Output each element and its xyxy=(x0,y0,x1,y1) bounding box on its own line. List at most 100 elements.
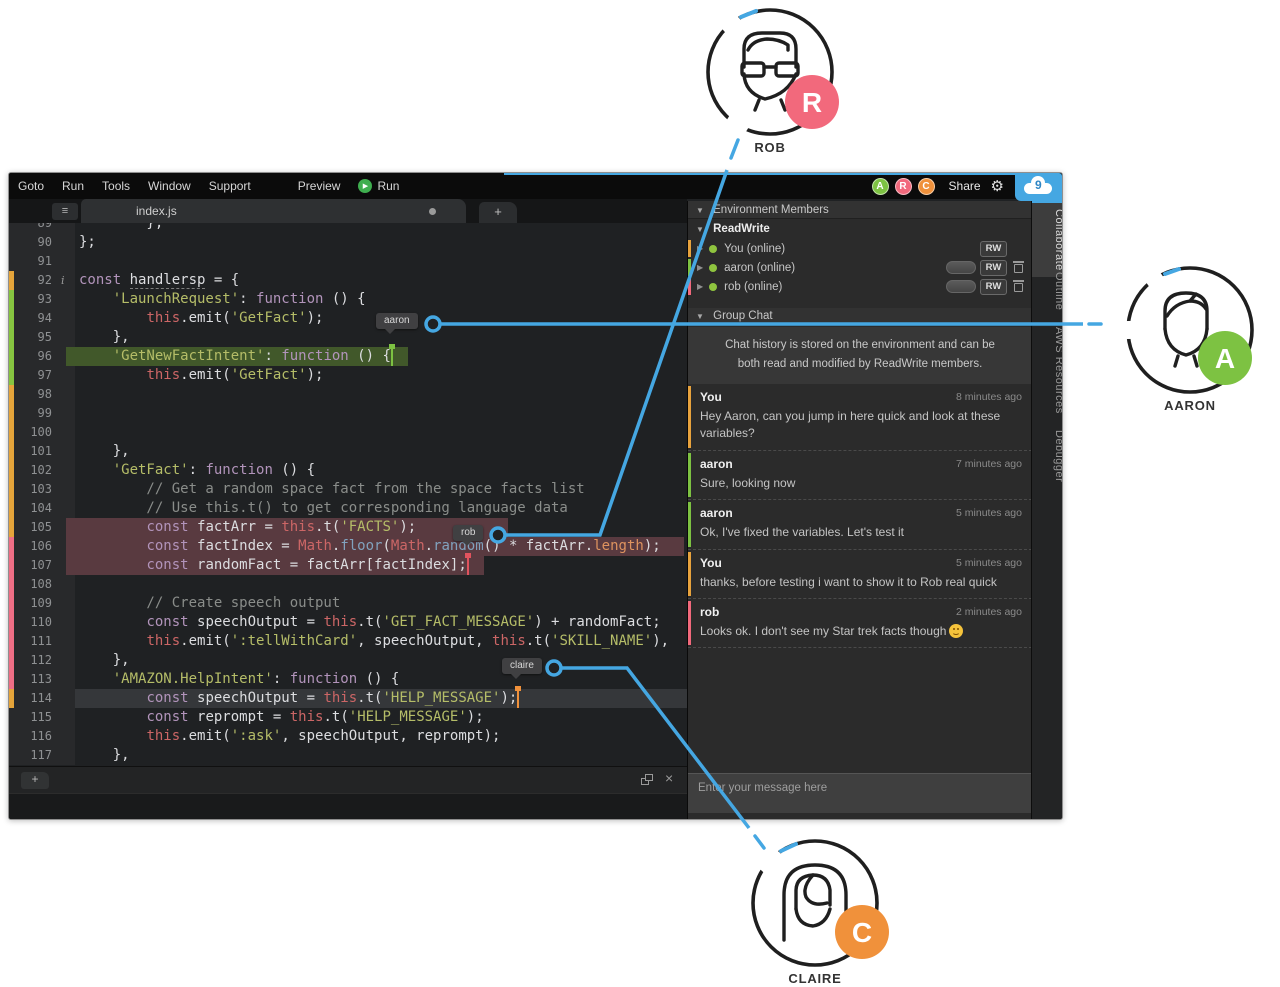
code-content[interactable]: // Create speech output xyxy=(75,594,687,613)
chat-message-input[interactable] xyxy=(688,773,1032,813)
code-line[interactable]: 97 this.emit('GetFact'); xyxy=(9,366,687,385)
code-content[interactable] xyxy=(75,385,687,404)
side-tab-outline[interactable]: Outline xyxy=(1032,266,1063,316)
code-line[interactable]: 104 // Use this.t() to get corresponding… xyxy=(9,499,687,518)
code-content[interactable]: }, xyxy=(75,442,687,461)
menu-run[interactable]: Run xyxy=(53,179,93,193)
code-content[interactable]: 'LaunchRequest': function () { xyxy=(75,290,687,309)
code-line[interactable]: 113 'AMAZON.HelpIntent': function () { xyxy=(9,670,687,689)
code-line[interactable]: 117 }, xyxy=(9,746,687,765)
side-tab-aws-resources[interactable]: AWS Resources xyxy=(1032,321,1063,420)
side-tab-debugger[interactable]: Debugger xyxy=(1032,423,1063,489)
code-line[interactable]: 105 const factArr = this.t('FACTS'); xyxy=(9,518,687,537)
delete-member-icon[interactable] xyxy=(1013,261,1024,274)
code-line[interactable]: 103 // Get a random space fact from the … xyxy=(9,480,687,499)
code-content[interactable]: }, xyxy=(75,746,687,765)
share-button[interactable]: Share xyxy=(949,179,981,193)
code-content[interactable]: // Get a random space fact from the spac… xyxy=(75,480,687,499)
group-chat-header[interactable]: ▼ Group Chat xyxy=(688,308,1032,325)
member-row[interactable]: ▶You (online)RW xyxy=(688,239,1032,258)
code-line[interactable]: 107 const randomFact = factArr[factIndex… xyxy=(9,556,687,575)
code-line[interactable]: 101 }, xyxy=(9,442,687,461)
access-toggle[interactable] xyxy=(946,280,976,293)
code-content[interactable]: const randomFact = factArr[factIndex]; xyxy=(75,556,687,575)
code-content[interactable]: this.emit(':tellWithCard', speechOutput,… xyxy=(75,632,687,651)
code-content[interactable] xyxy=(75,404,687,423)
code-editor[interactable]: 89 },90};9192iconst handlersp = {93 'Lau… xyxy=(9,223,687,766)
code-line[interactable]: 106 const factIndex = Math.floor(Math.ra… xyxy=(9,537,687,556)
expand-triangle-icon[interactable]: ▶ xyxy=(697,263,703,272)
code-content[interactable]: }, xyxy=(75,223,687,233)
code-content[interactable]: const speechOutput = this.t('HELP_MESSAG… xyxy=(75,689,687,708)
code-line[interactable]: 108 xyxy=(9,575,687,594)
code-content[interactable]: // Use this.t() to get corresponding lan… xyxy=(75,499,687,518)
code-line[interactable]: 91 xyxy=(9,252,687,271)
rw-badge[interactable]: RW xyxy=(980,260,1007,276)
code-line[interactable]: 100 xyxy=(9,423,687,442)
preview-button[interactable]: Preview xyxy=(288,179,351,193)
menu-goto[interactable]: Goto xyxy=(9,179,53,193)
code-content[interactable]: const handlersp = { xyxy=(75,271,687,290)
code-content[interactable]: }, xyxy=(75,651,687,670)
tab-index-js[interactable]: index.js xyxy=(81,199,466,223)
code-line[interactable]: 112 }, xyxy=(9,651,687,670)
code-content[interactable]: 'AMAZON.HelpIntent': function () { xyxy=(75,670,687,689)
code-content[interactable]: const reprompt = this.t('HELP_MESSAGE'); xyxy=(75,708,687,727)
code-content[interactable]: 'GetFact': function () { xyxy=(75,461,687,480)
code-content[interactable]: this.emit('GetFact'); xyxy=(75,366,687,385)
code-content[interactable]: 'GetNewFactIntent': function () { xyxy=(75,347,687,366)
code-line[interactable]: 102 'GetFact': function () { xyxy=(9,461,687,480)
member-chip-A[interactable]: A xyxy=(872,178,889,195)
code-line[interactable]: 114 const speechOutput = this.t('HELP_ME… xyxy=(9,689,687,708)
code-line[interactable]: 89 }, xyxy=(9,223,687,233)
member-row[interactable]: ▶rob (online)RW xyxy=(688,277,1032,296)
expand-triangle-icon[interactable]: ▶ xyxy=(697,244,703,253)
menu-support[interactable]: Support xyxy=(200,179,260,193)
line-number: 100 xyxy=(14,423,61,442)
code-line[interactable]: 110 const speechOutput = this.t('GET_FAC… xyxy=(9,613,687,632)
menu-window[interactable]: Window xyxy=(139,179,200,193)
code-content[interactable]: }, xyxy=(75,328,687,347)
code-line[interactable]: 109 // Create speech output xyxy=(9,594,687,613)
rw-badge[interactable]: RW xyxy=(980,241,1007,257)
code-line[interactable]: 116 this.emit(':ask', speechOutput, repr… xyxy=(9,727,687,746)
code-content[interactable]: const speechOutput = this.t('GET_FACT_ME… xyxy=(75,613,687,632)
access-toggle[interactable] xyxy=(946,261,976,274)
code-line[interactable]: 93 'LaunchRequest': function () { xyxy=(9,290,687,309)
restore-panes-icon[interactable] xyxy=(641,774,654,786)
menu-tools[interactable]: Tools xyxy=(93,179,139,193)
code-content[interactable]: this.emit(':ask', speechOutput, reprompt… xyxy=(75,727,687,746)
code-line[interactable]: 92iconst handlersp = { xyxy=(9,271,687,290)
delete-member-icon[interactable] xyxy=(1013,280,1024,293)
code-content[interactable]: const factIndex = Math.floor(Math.random… xyxy=(75,537,687,556)
console-area[interactable] xyxy=(9,793,687,820)
code-line[interactable]: 95 }, xyxy=(9,328,687,347)
code-content[interactable] xyxy=(75,575,687,594)
code-content[interactable] xyxy=(75,423,687,442)
code-line[interactable]: 115 const reprompt = this.t('HELP_MESSAG… xyxy=(9,708,687,727)
member-chip-R[interactable]: R xyxy=(895,178,912,195)
environment-members-header[interactable]: ▼ Environment Members xyxy=(688,201,1032,219)
code-line[interactable]: 111 this.emit(':tellWithCard', speechOut… xyxy=(9,632,687,651)
code-line[interactable]: 99 xyxy=(9,404,687,423)
code-line[interactable]: 98 xyxy=(9,385,687,404)
new-console-tab-button[interactable]: + xyxy=(21,772,49,789)
readwrite-group-header[interactable]: ▼ ReadWrite xyxy=(688,220,1032,238)
rw-badge[interactable]: RW xyxy=(980,279,1007,295)
member-chip-C[interactable]: C xyxy=(918,178,935,195)
run-button[interactable]: ▶ Run xyxy=(350,179,407,193)
code-content[interactable]: }; xyxy=(75,233,687,252)
chat-message: 5 minutes agoaaronOk, I've fixed the var… xyxy=(688,500,1032,549)
member-row[interactable]: ▶aaron (online)RW xyxy=(688,258,1032,277)
code-content[interactable]: const factArr = this.t('FACTS'); xyxy=(75,518,687,537)
file-list-icon[interactable]: ≡ xyxy=(52,203,78,220)
close-icon[interactable]: × xyxy=(665,770,673,786)
code-line[interactable]: 94 this.emit('GetFact'); xyxy=(9,309,687,328)
expand-triangle-icon[interactable]: ▶ xyxy=(697,282,703,291)
code-content[interactable] xyxy=(75,252,687,271)
new-tab-button[interactable]: + xyxy=(479,202,517,223)
settings-gear-icon[interactable]: ⚙ xyxy=(991,177,1004,195)
code-line[interactable]: 96 'GetNewFactIntent': function () { xyxy=(9,347,687,366)
gutter-info-icon xyxy=(61,461,75,480)
code-line[interactable]: 90}; xyxy=(9,233,687,252)
